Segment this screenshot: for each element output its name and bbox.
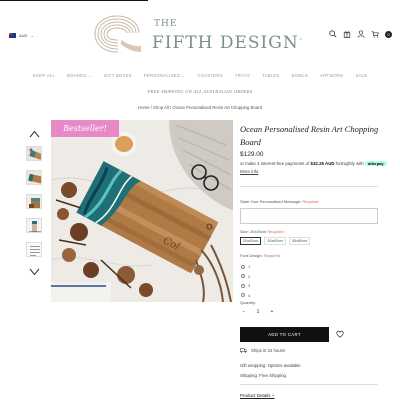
- thumbnail-5[interactable]: [26, 242, 42, 257]
- afterpay-info: or make 4 interest-free payments of $32.…: [240, 160, 390, 176]
- product-details-toggle[interactable]: Product Details +: [240, 393, 274, 398]
- nav-item-boards[interactable]: BOARDS ⌄: [67, 73, 92, 78]
- message-label: State Your Personalised Message: Require…: [240, 199, 319, 204]
- details-divider: [240, 384, 378, 385]
- shipping-note: Ships in 24 hours!: [240, 348, 285, 353]
- font-option-label: 3: [248, 283, 251, 289]
- thumbnail-2[interactable]: [26, 170, 42, 185]
- bestseller-badge: Bestseller!: [51, 120, 119, 137]
- afterpay-logo: afterpay: [365, 161, 387, 167]
- australia-flag-icon: [9, 33, 16, 38]
- thumbnail-down-arrow-icon[interactable]: [29, 268, 40, 276]
- logo-name[interactable]: FIFTH DESIGN™: [152, 33, 304, 53]
- quantity-label: Quantity:: [240, 300, 257, 305]
- gift-icon[interactable]: [343, 30, 351, 38]
- quantity-stepper: − 1 +: [240, 309, 276, 315]
- personalised-message-input[interactable]: [240, 208, 378, 224]
- font-option-4[interactable]: 4: [241, 291, 250, 301]
- font-option-1[interactable]: 1: [241, 262, 250, 272]
- thumbnail-3[interactable]: [26, 194, 42, 209]
- radio-button[interactable]: [241, 283, 245, 288]
- gift-wrapping-info: Gift wrapping: Options available: [240, 363, 301, 368]
- shipping-info: Shipping: Free Shipping: [240, 373, 286, 378]
- font-label: Font Design: Required: [240, 253, 280, 258]
- thumbnail-up-arrow-icon[interactable]: [29, 130, 40, 138]
- size-options: 20x40cm 30x60cm 35x80cm: [240, 237, 311, 245]
- breadcrumb[interactable]: Home / Shop All / Ocean Personalised Res…: [0, 105, 400, 110]
- font-option-label: 1: [248, 264, 251, 270]
- nav-item-artwork[interactable]: ARTWORK: [320, 73, 343, 78]
- truck-icon: [240, 348, 247, 353]
- main-nav: SHOP ALL BOARDS ⌄ GIFT BOXES PERSONALISE…: [0, 73, 400, 78]
- message-label-text: State Your Personalised Message:: [240, 199, 302, 204]
- radio-button[interactable]: [241, 274, 245, 279]
- font-options: 1 2 3 4: [241, 262, 250, 300]
- size-option-20x40[interactable]: 20x40cm: [240, 237, 262, 245]
- thumbnail-4[interactable]: [26, 218, 42, 233]
- size-label: Size: 20x40cm Required: [240, 229, 284, 234]
- radio-button[interactable]: [241, 293, 245, 298]
- product-main-image[interactable]: Col: [51, 120, 233, 302]
- chevron-down-icon: ⌄: [30, 33, 34, 38]
- font-label-text: Font Design:: [240, 253, 263, 258]
- shipping-banner: FREE SHIPPING ON ALL AUSTRALIAN ORDERS: [147, 89, 253, 94]
- product-page: AUD ⌄ THE FIFTH DESIGN™ 0 SHOP ALL BOARD…: [0, 0, 400, 400]
- afterpay-more-info-link[interactable]: More info: [240, 169, 258, 174]
- thumbnail-1[interactable]: [26, 146, 42, 161]
- product-price: $129.00: [240, 151, 264, 158]
- afterpay-suffix: fortnightly with: [334, 161, 366, 166]
- nav-item-bowls[interactable]: BOWLS: [292, 73, 309, 78]
- heart-icon[interactable]: [336, 330, 344, 338]
- header-icons: 0: [329, 30, 392, 38]
- required-marker: Required: [263, 253, 281, 258]
- required-marker: Required: [302, 199, 319, 204]
- logo-trademark: ™: [298, 37, 304, 43]
- add-to-cart-button[interactable]: ADD TO CART: [240, 327, 329, 342]
- details-divider: [240, 186, 378, 187]
- nav-item-shop-all[interactable]: SHOP ALL: [33, 73, 56, 78]
- user-icon[interactable]: [357, 30, 365, 38]
- font-option-label: 4: [248, 292, 251, 298]
- size-option-35x80[interactable]: 35x80cm: [288, 237, 311, 245]
- quantity-decrease-button[interactable]: −: [240, 309, 248, 315]
- cart-count-badge: 0: [385, 30, 392, 38]
- logo-mark-icon[interactable]: [93, 14, 143, 54]
- nav-item-gift-boxes[interactable]: GIFT BOXES: [104, 73, 132, 78]
- font-option-3[interactable]: 3: [241, 281, 250, 291]
- font-option-label: 2: [248, 273, 251, 279]
- nav-item-tables[interactable]: TABLES: [262, 73, 280, 78]
- size-option-30x60[interactable]: 30x60cm: [264, 237, 286, 245]
- font-option-2[interactable]: 2: [241, 272, 250, 282]
- logo-name-text: FIFTH DESIGN: [152, 33, 299, 53]
- ships-text: Ships in 24 hours!: [251, 348, 286, 353]
- cart-icon[interactable]: [371, 30, 379, 38]
- search-icon[interactable]: [329, 30, 337, 38]
- nav-item-coasters[interactable]: COASTERS: [197, 73, 222, 78]
- required-marker: Required: [267, 229, 284, 234]
- currency-label: AUD: [19, 33, 28, 38]
- quantity-value[interactable]: 1: [254, 309, 262, 315]
- nav-item-sale[interactable]: SALE: [356, 73, 368, 78]
- quantity-increase-button[interactable]: +: [268, 309, 276, 315]
- top-divider: [0, 0, 148, 1]
- nav-item-personalised[interactable]: PERSONALISED ⌄: [144, 73, 185, 78]
- afterpay-amount: $32.25 AUD: [310, 161, 335, 166]
- logo-the: THE: [154, 19, 178, 29]
- nav-item-trays[interactable]: TRAYS: [235, 73, 250, 78]
- currency-selector[interactable]: AUD ⌄: [9, 33, 34, 38]
- radio-button[interactable]: [241, 264, 245, 269]
- afterpay-prefix: or make 4 interest-free payments of: [240, 161, 311, 166]
- product-title: Ocean Personalised Resin Art Chopping Bo…: [240, 124, 379, 147]
- size-label-text: Size: 20x40cm: [240, 229, 267, 234]
